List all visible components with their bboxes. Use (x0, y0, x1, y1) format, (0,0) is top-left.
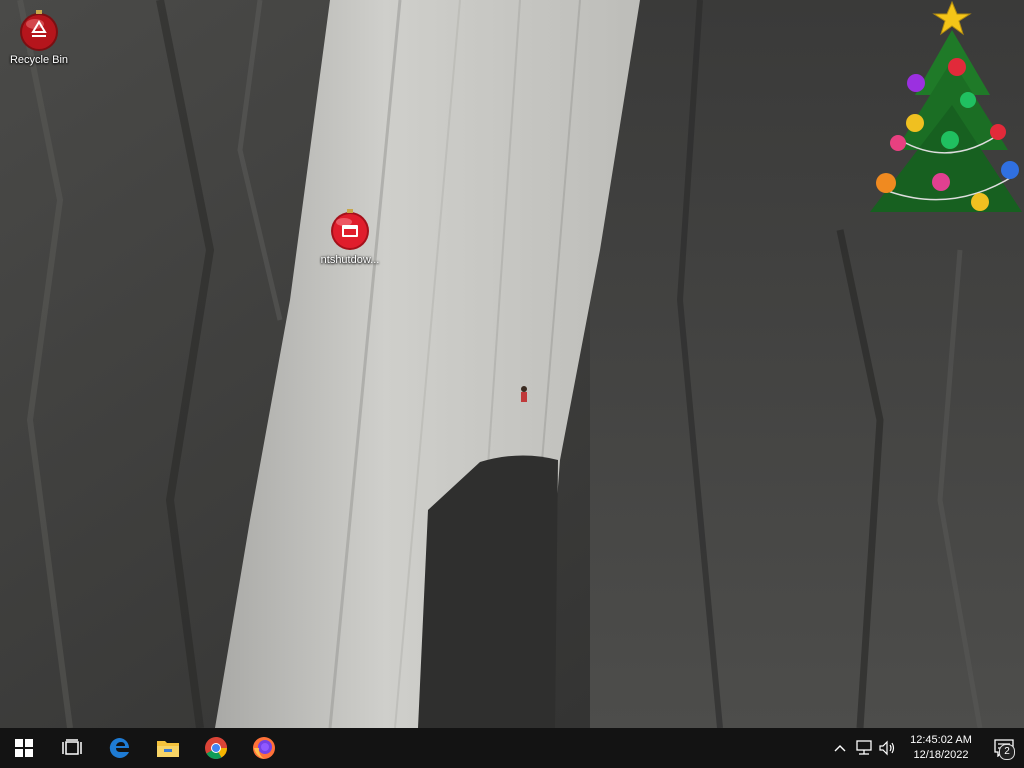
ntshutdown-desktop-icon[interactable]: ntshutdow... (313, 208, 387, 267)
windows-logo-icon (15, 739, 33, 757)
file-explorer-taskbar-button[interactable] (144, 728, 192, 768)
firefox-taskbar-button[interactable] (240, 728, 288, 768)
system-tray: 12:45:02 AM 12/18/2022 2 (828, 728, 1024, 768)
task-view-button[interactable] (48, 728, 96, 768)
start-button[interactable] (0, 728, 48, 768)
edge-taskbar-button[interactable] (96, 728, 144, 768)
edge-icon (109, 737, 130, 758)
clock-date: 12/18/2022 (913, 749, 969, 761)
volume-button[interactable] (876, 728, 900, 768)
clock-time: 12:45:02 AM (910, 734, 972, 746)
clock-button[interactable]: 12:45:02 AM 12/18/2022 (904, 728, 978, 768)
action-center-button[interactable]: 2 (984, 728, 1024, 768)
desktop-icon-label: ntshutdow... (320, 254, 380, 266)
volume-icon (879, 740, 895, 756)
show-hidden-icons-button[interactable] (828, 728, 852, 768)
chevron-up-icon (834, 745, 846, 752)
christmas-tree-decoration (870, 0, 1022, 212)
firefox-icon (253, 737, 275, 759)
recycle-bin-desktop-icon[interactable]: Recycle Bin (2, 8, 76, 67)
shutdown-ornament-icon (331, 209, 369, 250)
file-explorer-icon (157, 741, 179, 757)
network-icon (856, 740, 872, 755)
chrome-icon (205, 737, 227, 759)
chrome-taskbar-button[interactable] (192, 728, 240, 768)
network-button[interactable] (852, 728, 876, 768)
taskbar: 12:45:02 AM 12/18/2022 2 (0, 728, 1024, 768)
notification-count-badge: 2 (999, 744, 1015, 760)
recycle-bin-icon (20, 10, 58, 51)
task-view-icon (62, 739, 82, 755)
desktop-icon-label: Recycle Bin (9, 54, 69, 66)
